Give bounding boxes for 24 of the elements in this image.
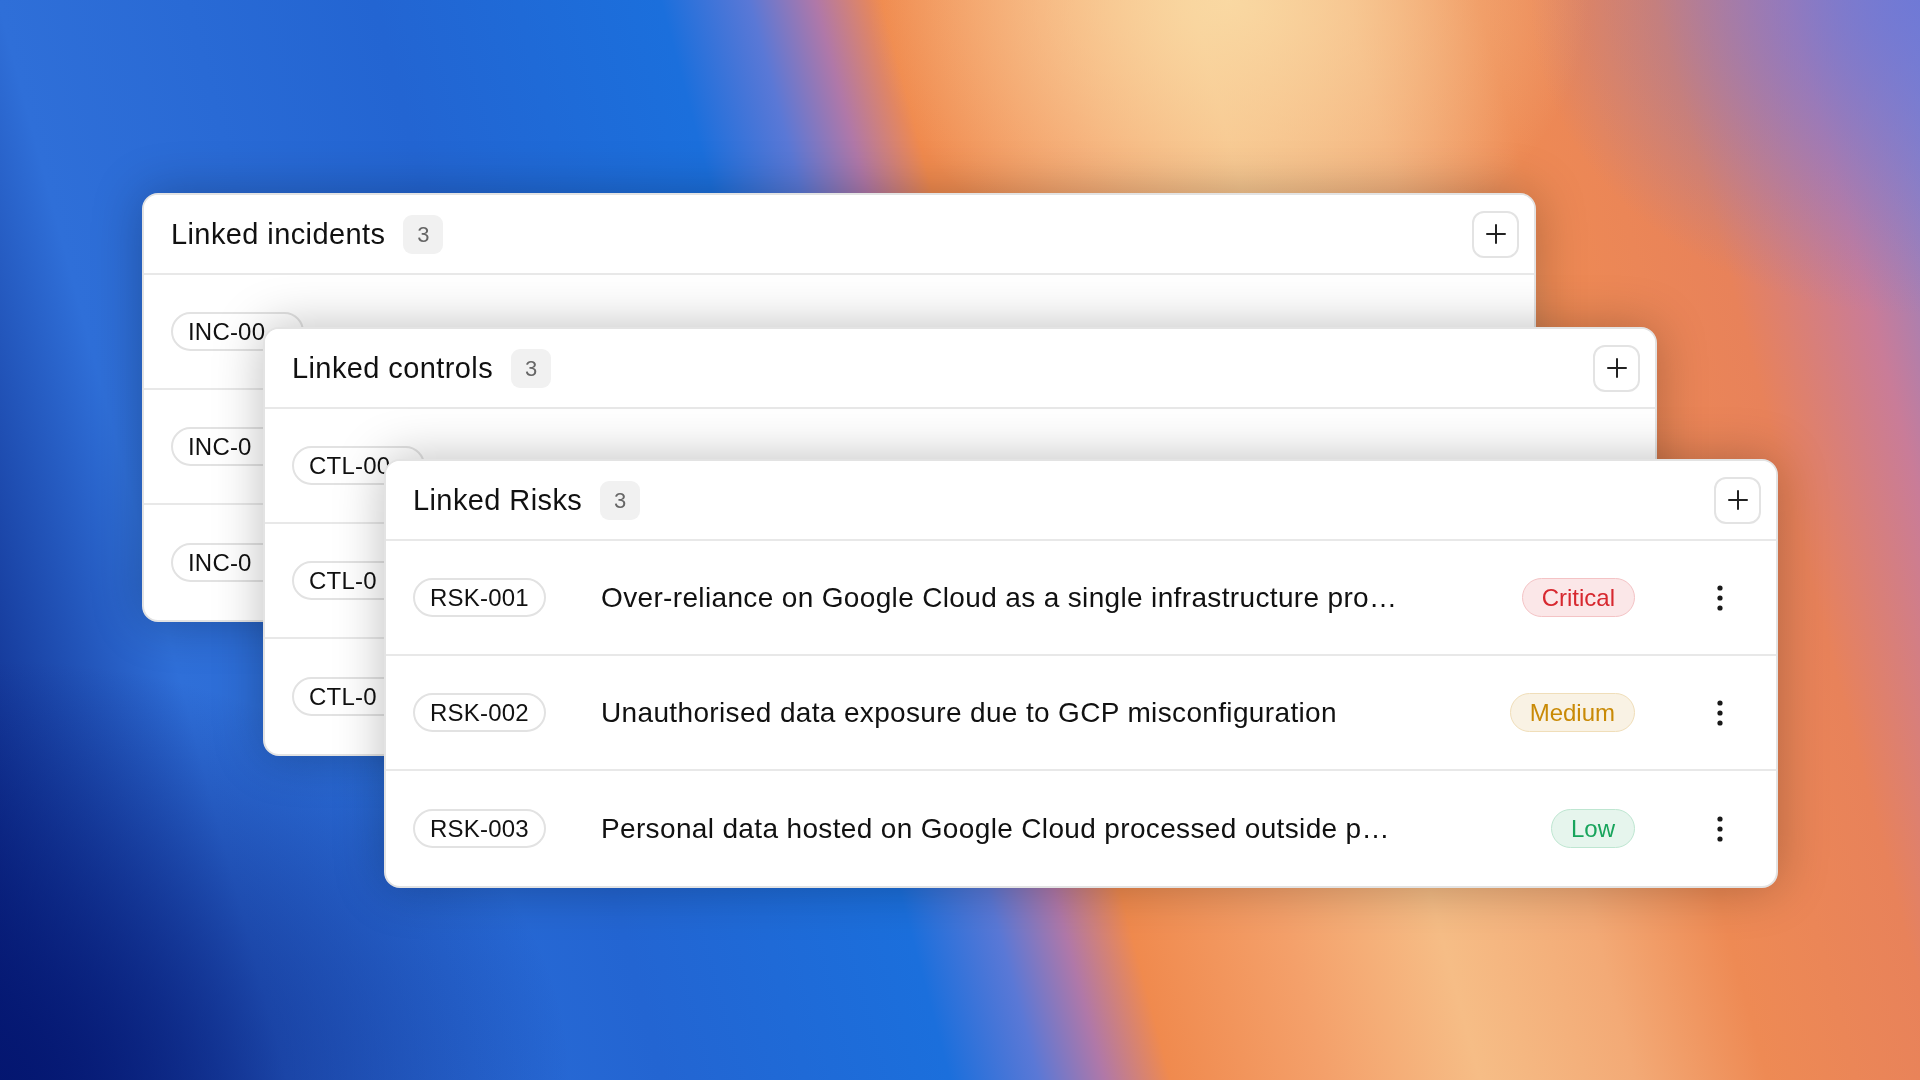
plus-icon: [1606, 358, 1627, 378]
item-description: Unauthorised data exposure due to GCP misconfiguration: [601, 695, 1337, 730]
item-id-tag: RSK-001: [413, 578, 546, 617]
severity-tag: Low: [1550, 809, 1635, 848]
item-description: Personal data hosted on Google Cloud processed outside p…: [601, 811, 1390, 846]
more-icon: [1717, 815, 1723, 842]
panel-title: Linked controls: [292, 350, 494, 386]
more-icon: [1717, 584, 1723, 611]
item-count: 3: [600, 480, 641, 520]
item-count: 3: [403, 214, 444, 254]
severity-tag: Critical: [1521, 578, 1635, 617]
plus-icon: [1485, 224, 1506, 244]
item-count: 3: [511, 348, 552, 388]
more-icon: [1717, 699, 1723, 726]
add-button[interactable]: [1714, 476, 1761, 524]
item-description: Over-reliance on Google Cloud as a single infrastructure pro…: [601, 580, 1398, 615]
add-button[interactable]: [1472, 210, 1519, 258]
item-id-tag: RSK-003: [413, 809, 546, 848]
add-button[interactable]: [1593, 344, 1640, 392]
item-id-tag: RSK-002: [413, 693, 546, 732]
panel-title: Linked incidents: [171, 216, 386, 252]
plus-icon: [1727, 490, 1748, 510]
severity-tag: Medium: [1509, 693, 1635, 732]
panel-title: Linked Risks: [413, 482, 583, 518]
